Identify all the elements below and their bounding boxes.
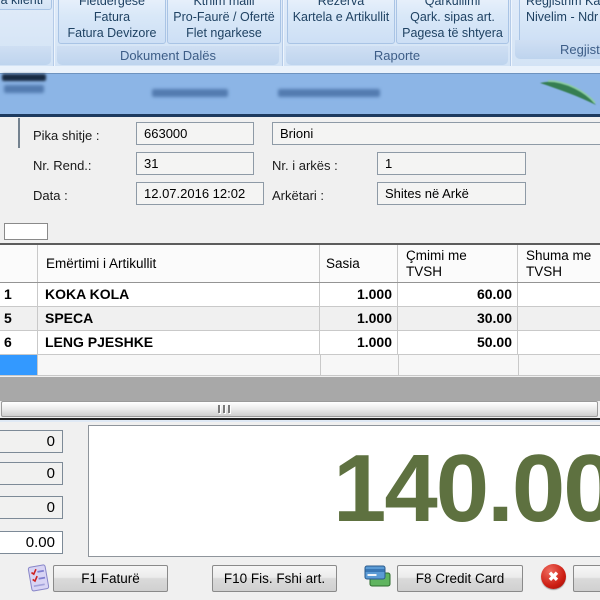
ribbon-group-raporte: Rezerva Kartela e Artikullit Qarkullimi …: [284, 0, 510, 66]
cell-qty[interactable]: 1.000: [320, 283, 398, 306]
ribbon-button-regjistrim[interactable]: Regjistrim Ka Nivelim - Ndr: [519, 0, 600, 44]
logo-swoosh-icon: [538, 77, 598, 109]
notes-icon[interactable]: [26, 563, 50, 594]
ribbon-button-fatura[interactable]: Fletdërgesë Fatura Fatura Devizore: [58, 0, 166, 44]
app-title-band: [0, 73, 600, 117]
ribbon-separator: [510, 0, 511, 66]
grid-header-row: Emërtimi i Artikullit Sasia Çmimi me TVS…: [0, 245, 600, 283]
table-row[interactable]: 5 SPECA 1.000 30.00 30.00: [0, 307, 600, 331]
pika-shitje-code-input[interactable]: 663000: [136, 122, 254, 145]
pika-shitje-name-input[interactable]: Brioni: [272, 122, 600, 145]
gridline: [518, 355, 519, 375]
summary-field-1[interactable]: 0: [0, 430, 63, 453]
f10-fshi-art-button[interactable]: F10 Fis. Fshi art.: [212, 565, 337, 592]
ribbon-button-oferte[interactable]: Kthim malli Pro-Faurë / Ofertë Flet ngar…: [167, 0, 281, 44]
cell-name[interactable]: SPECA: [38, 307, 320, 330]
ribbon-group-regjistrime: Regjistrim Ka Nivelim - Ndr Regjistr: [513, 0, 600, 66]
ribbon-group-dokument-dales: Fletdërgesë Fatura Fatura Devizore Kthim…: [55, 0, 281, 66]
ribbon: ga klienti Fletdërgesë Fatura Fatura Dev…: [0, 0, 600, 66]
gridline: [320, 355, 321, 375]
arketari-label: Arkëtari :: [272, 188, 324, 203]
nr-arkes-label: Nr. i arkës :: [272, 158, 338, 173]
gridline: [398, 355, 399, 375]
cell-price[interactable]: 60.00: [398, 283, 518, 306]
blurred-text: [278, 89, 380, 97]
summary-field-2[interactable]: 0: [0, 462, 63, 485]
ribbon-group-left: [0, 0, 53, 66]
divider-highlight: [0, 420, 600, 422]
column-header-rowselector[interactable]: [0, 245, 38, 282]
grid-background: [0, 377, 600, 401]
table-new-row[interactable]: [0, 355, 600, 376]
f1-fature-button[interactable]: F1 Faturë: [53, 565, 168, 592]
cell-code[interactable]: 1: [0, 283, 38, 306]
cell-price[interactable]: 50.00: [398, 331, 518, 354]
grand-total-panel: 140.00: [88, 425, 600, 557]
cell-name[interactable]: KOKA KOLA: [38, 283, 320, 306]
ribbon-group-label: Raporte: [286, 46, 508, 65]
ribbon-button-rezerva[interactable]: Rezerva Kartela e Artikullit: [287, 0, 395, 44]
pos-window: ga klienti Fletdërgesë Fatura Fatura Dev…: [0, 0, 600, 600]
cell-name[interactable]: LENG PJESHKE: [38, 331, 320, 354]
ribbon-separator: [282, 0, 283, 66]
nr-rend-label: Nr. Rend.:: [33, 158, 92, 173]
cell-qty[interactable]: 1.000: [320, 307, 398, 330]
panel-edge-line: [18, 118, 20, 148]
column-header-sasia[interactable]: Sasia: [320, 245, 398, 282]
cell-qty[interactable]: 1.000: [320, 331, 398, 354]
nr-rend-input[interactable]: 31: [136, 152, 254, 175]
cell-total[interactable]: 50.00: [518, 331, 600, 354]
partial-button-right[interactable]: [573, 565, 600, 592]
close-icon[interactable]: ✖: [541, 564, 566, 589]
pika-shitje-label: Pika shitje :: [33, 128, 99, 143]
small-edit-box[interactable]: [4, 223, 48, 240]
payment-amount-input[interactable]: 0.00: [0, 531, 63, 554]
cell-code[interactable]: 5: [0, 307, 38, 330]
grip-icon: [228, 405, 230, 413]
blurred-text: [4, 85, 44, 93]
cell-code[interactable]: 6: [0, 331, 38, 354]
column-header-shuma[interactable]: Shuma me TVSH: [518, 245, 600, 282]
column-header-cmimi[interactable]: Çmimi me TVSH: [398, 245, 518, 282]
grip-icon: [218, 405, 220, 413]
credit-cards-icon[interactable]: [363, 563, 392, 592]
grip-icon: [223, 405, 225, 413]
splitter-handle[interactable]: [1, 401, 598, 417]
cell-total[interactable]: 60.00: [518, 283, 600, 306]
column-header-emertimi[interactable]: Emërtimi i Artikullit: [38, 245, 320, 282]
cell-total[interactable]: 30.00: [518, 307, 600, 330]
selected-row-indicator[interactable]: [0, 355, 38, 375]
ribbon-group-label: Regjistr: [515, 40, 600, 59]
f8-credit-card-button[interactable]: F8 Credit Card: [397, 565, 523, 592]
data-label: Data :: [33, 188, 68, 203]
blurred-text: [152, 89, 228, 97]
summary-field-3[interactable]: 0: [0, 496, 63, 519]
ribbon-separator: [53, 0, 54, 66]
ribbon-group-left-bar: [0, 46, 51, 65]
grand-total-value: 140.00: [333, 434, 600, 544]
cell-price[interactable]: 30.00: [398, 307, 518, 330]
ribbon-group-label: Dokument Dalës: [57, 46, 279, 65]
data-input[interactable]: 12.07.2016 12:02: [136, 182, 264, 205]
ribbon-button-qarkullimi[interactable]: Qarkullimi Qark. sipas art. Pagesa të sh…: [396, 0, 509, 44]
table-row[interactable]: 6 LENG PJESHKE 1.000 50.00 50.00: [0, 331, 600, 355]
nr-arkes-input[interactable]: 1: [377, 152, 526, 175]
blurred-text: [2, 74, 46, 81]
table-row[interactable]: 1 KOKA KOLA 1.000 60.00 60.00: [0, 283, 600, 307]
arketari-input[interactable]: Shites në Arkë: [377, 182, 526, 205]
